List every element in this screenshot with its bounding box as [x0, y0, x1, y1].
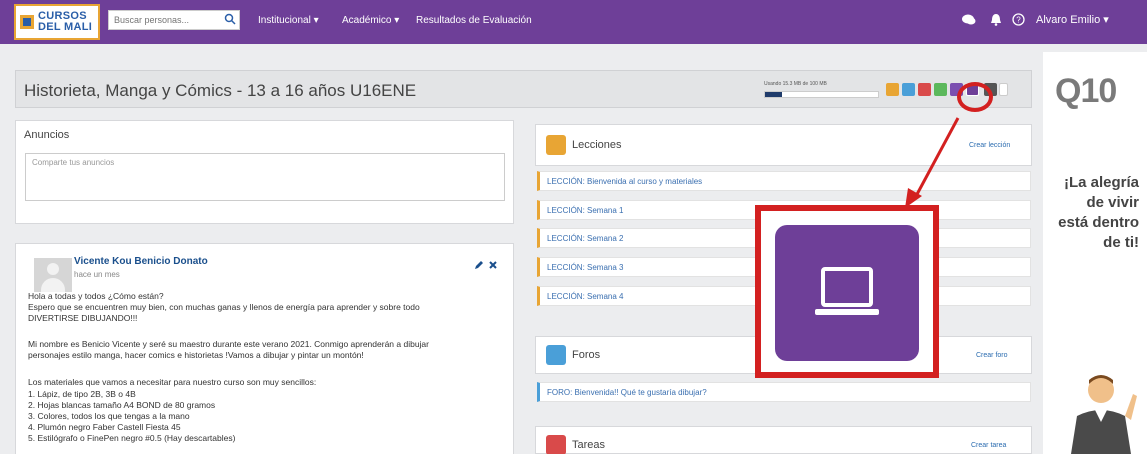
lesson-item[interactable]: LECCIÓN: Bienvenida al curso y materiale…: [537, 171, 1031, 191]
post-line: Hola a todas y todos ¿Cómo están?: [28, 291, 164, 301]
svg-text:?: ?: [1016, 16, 1021, 25]
storage-usage-fill: [765, 92, 782, 97]
post-line: personajes estilo manga, hacer comics e …: [28, 350, 364, 360]
user-menu[interactable]: Alvaro Emilio ▾: [1036, 13, 1109, 26]
nav-academico[interactable]: Académico ▾: [342, 15, 399, 26]
storage-usage-text: Usando 15.3 MB de 100 MB: [764, 81, 827, 87]
announcements-panel: Anuncios Comparte tus anuncios: [15, 120, 514, 224]
logo-line-2: DEL MALI: [38, 21, 93, 33]
advertisement-banner[interactable]: Q10 ¡La alegría de vivir está dentro de …: [1043, 52, 1147, 454]
post-line: DIVERTIRSE DIBUJANDO!!!: [28, 313, 138, 323]
create-task-link[interactable]: Crear tarea: [971, 442, 1006, 449]
create-lesson-link[interactable]: Crear lección: [969, 142, 1010, 149]
laptop-icon: [815, 267, 879, 315]
highlight-circle: [957, 82, 993, 112]
top-navbar: CURSOS DEL MALI Institucional ▾ Académic…: [0, 0, 1147, 44]
logo-mark-icon: [20, 15, 34, 29]
resources-tool-icon[interactable]: [934, 83, 947, 96]
post-line: Espero que se encuentren muy bien, con m…: [28, 302, 420, 312]
forums-icon: [546, 345, 566, 365]
site-logo[interactable]: CURSOS DEL MALI: [14, 4, 100, 40]
post-line: 4. Plumón negro Faber Castell Fiesta 45: [28, 422, 181, 432]
delete-icon[interactable]: [488, 260, 498, 270]
forums-tool-icon[interactable]: [902, 83, 915, 96]
bell-icon[interactable]: [990, 13, 1002, 26]
post-line: 1. Lápiz, de tipo 2B, 3B o 4B: [28, 389, 136, 399]
ad-line: ¡La alegría: [1063, 174, 1139, 191]
post-author[interactable]: Vicente Kou Benicio Donato: [74, 256, 208, 267]
ad-line: de vivir: [1086, 194, 1139, 211]
search-icon[interactable]: [224, 13, 236, 25]
tasks-tool-icon[interactable]: [918, 83, 931, 96]
create-forum-link[interactable]: Crear foro: [976, 352, 1008, 359]
lessons-panel-header: Lecciones Crear lección: [535, 124, 1032, 166]
course-header: Historieta, Manga y Cómics - 13 a 16 año…: [15, 70, 1032, 108]
tasks-icon: [546, 435, 566, 454]
edit-icon[interactable]: [474, 260, 484, 270]
storage-usage-bar: [764, 91, 879, 98]
post-line: 5. Estilógrafo o FinePen negro #0.5 (Hay…: [28, 433, 236, 443]
help-icon[interactable]: ?: [1012, 13, 1025, 26]
ad-logo: Q10: [1055, 72, 1117, 110]
ad-line: está dentro: [1058, 214, 1139, 231]
avatar: [34, 258, 72, 292]
tasks-panel-header: Tareas Crear tarea: [535, 426, 1032, 454]
announcement-post: Vicente Kou Benicio Donato hace un mes H…: [15, 243, 514, 454]
tasks-title: Tareas: [572, 439, 606, 451]
zoomed-highlight-frame: [755, 205, 939, 378]
forum-item[interactable]: FORO: Bienvenida!! Qué te gustaría dibuj…: [537, 382, 1031, 402]
virtual-class-zoomed-icon: [775, 225, 919, 361]
chat-icon[interactable]: [962, 14, 976, 26]
post-line: 3. Colores, todos los que tengas a la ma…: [28, 411, 190, 421]
announcements-title: Anuncios: [24, 129, 70, 141]
post-line: Los materiales que vamos a necesitar par…: [28, 377, 317, 387]
forums-title: Foros: [572, 349, 601, 361]
announcement-input[interactable]: Comparte tus anuncios: [25, 153, 505, 201]
nav-resultados[interactable]: Resultados de Evaluación: [416, 15, 532, 26]
lessons-tool-icon[interactable]: [886, 83, 899, 96]
post-time: hace un mes: [74, 270, 120, 279]
post-line: 2. Hojas blancas tamaño A4 BOND de 80 gr…: [28, 400, 216, 410]
ad-line: de ti!: [1103, 234, 1139, 251]
post-line: Mi nombre es Benicio Vicente y seré su m…: [28, 339, 429, 349]
course-title: Historieta, Manga y Cómics - 13 a 16 año…: [24, 81, 417, 100]
person-illustration: [1071, 375, 1137, 454]
search-input[interactable]: [108, 10, 240, 30]
lessons-icon: [546, 135, 566, 155]
lessons-title: Lecciones: [572, 139, 622, 151]
nav-institucional[interactable]: Institucional ▾: [258, 15, 319, 26]
more-tools-chevron-icon[interactable]: [999, 83, 1008, 96]
